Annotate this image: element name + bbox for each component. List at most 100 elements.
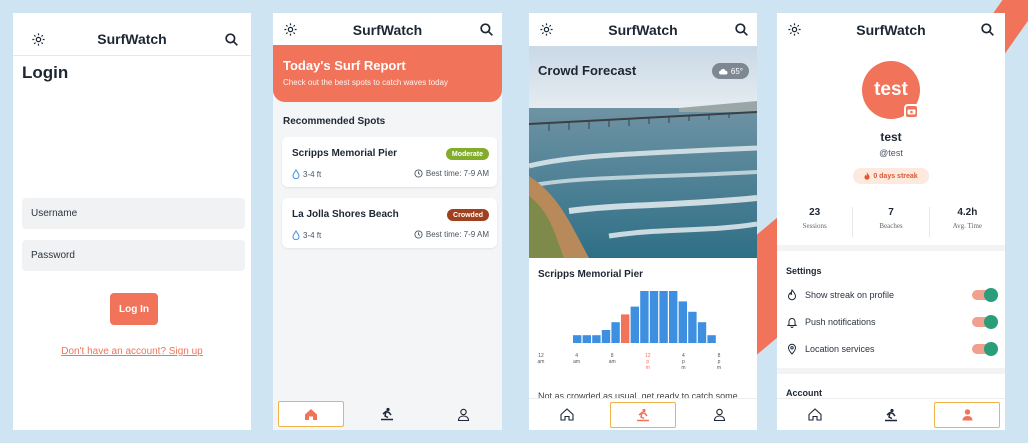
camera-icon[interactable]: [904, 104, 919, 119]
section-divider: [777, 245, 1005, 251]
signup-link[interactable]: Don't have an account? Sign up: [13, 346, 251, 357]
gear-icon[interactable]: [787, 22, 802, 37]
tab-home[interactable]: [782, 402, 848, 428]
app-title: SurfWatch: [608, 21, 678, 38]
search-icon[interactable]: [224, 32, 239, 47]
search-icon[interactable]: [734, 22, 749, 37]
app-title: SurfWatch: [352, 21, 423, 38]
stat-value: 4.2h: [957, 207, 978, 218]
bottom-tab-bar: [273, 398, 502, 430]
spot-name: La Jolla Shores Beach: [292, 209, 399, 220]
app-title: SurfWatch: [856, 21, 926, 38]
wave-height: 3-4 ft: [292, 230, 321, 240]
flame-icon: [787, 289, 797, 301]
tab-profile[interactable]: [934, 401, 1000, 428]
temperature: 65°: [730, 66, 743, 76]
tab-home[interactable]: [534, 402, 600, 428]
clock-icon: [414, 230, 423, 239]
password-field[interactable]: Password: [22, 240, 245, 271]
spot-card[interactable]: La Jolla Shores Beach Crowded 3-4 ft Bes…: [282, 198, 497, 248]
user-icon: [458, 408, 470, 421]
best-time-value: Best time: 7-9 AM: [425, 169, 489, 178]
gear-icon[interactable]: [31, 32, 46, 47]
chart-bar: [582, 335, 591, 343]
clock-icon: [414, 169, 423, 178]
chart-tick-label: 12 p m: [645, 353, 651, 371]
profile-stats: 23 Sessions 7 Beaches 4.2h Avg. Time: [777, 207, 1005, 237]
stat-label: Sessions: [802, 222, 827, 230]
chart-bar: [630, 306, 639, 343]
stat-beaches: 7 Beaches: [853, 207, 930, 237]
streak-text: 0 days streak: [873, 172, 918, 180]
push-notifications-toggle[interactable]: [972, 315, 998, 329]
location-services-toggle[interactable]: [972, 342, 998, 356]
app-header: SurfWatch: [529, 13, 757, 46]
home-icon: [305, 408, 318, 420]
section-divider: [777, 368, 1005, 374]
streak-badge: 0 days streak: [853, 168, 929, 184]
water-drop-icon: [292, 230, 300, 240]
stat-label: Avg. Time: [952, 222, 983, 230]
stat-value: 23: [809, 207, 821, 218]
surfer-icon: [637, 408, 649, 421]
crowd-badge: Crowded: [447, 209, 489, 221]
tab-home[interactable]: [278, 401, 345, 427]
account-heading: Account: [786, 388, 822, 398]
login-button[interactable]: Log In: [110, 293, 158, 325]
setting-label: Location services: [805, 344, 875, 354]
chart-bar: [697, 322, 707, 343]
chart-tick-label: 8 am: [609, 353, 616, 365]
tab-profile[interactable]: [431, 401, 497, 427]
home-icon: [560, 408, 574, 421]
surfer-icon: [885, 408, 897, 421]
location-pin-icon: [787, 343, 797, 355]
cloud-icon: [718, 68, 728, 74]
bell-icon: [786, 318, 798, 328]
best-time: Best time: 7-9 AM: [414, 230, 489, 239]
surfer-icon: [381, 407, 394, 421]
tab-profile[interactable]: [686, 402, 752, 428]
stat-label: Beaches: [879, 222, 903, 230]
gear-icon[interactable]: [539, 22, 554, 37]
spot-card[interactable]: Scripps Memorial Pier Moderate 3-4 ft Be…: [282, 137, 497, 187]
wave-height-value: 3-4 ft: [303, 230, 322, 240]
login-heading: Login: [22, 63, 69, 82]
weather-badge: 65°: [711, 63, 749, 79]
stat-avg-time: 4.2h Avg. Time: [930, 207, 1005, 237]
crowd-forecast-chart: 12 am 4 am 8 am 12 p m 4 p m 8 p m: [538, 291, 721, 371]
banner-title: Today's Surf Report: [283, 58, 406, 73]
chart-tick-label: 8pm: [717, 353, 721, 371]
setting-show-streak: Show streak on profile: [786, 287, 998, 303]
tab-surf[interactable]: [354, 401, 420, 427]
spot-name: Scripps Memorial Pier: [292, 148, 398, 159]
setting-label: Show streak on profile: [805, 290, 895, 300]
chart-bar: [573, 335, 582, 343]
chart-bar: [707, 335, 716, 343]
user-icon: [962, 409, 972, 421]
chart-tick-label: 4pm: [681, 353, 685, 371]
best-time-value: Best time: 7-9 AM: [425, 230, 489, 239]
bottom-tab-bar: [777, 398, 1005, 430]
profile-name: test: [880, 130, 902, 144]
banner-subtitle: Check out the best spots to catch waves …: [283, 78, 448, 87]
username-field[interactable]: Username: [22, 198, 245, 229]
flame-icon: [864, 172, 870, 180]
surf-report-banner: Today's Surf Report Check out the best s…: [273, 45, 502, 102]
setting-location-services: Location services: [786, 341, 998, 357]
surf-report-screen: SurfWatch Today's Surf Report Check out …: [273, 13, 502, 430]
chart-bar: [640, 291, 649, 343]
water-drop-icon: [292, 169, 300, 179]
setting-label: Push notifications: [805, 317, 876, 327]
search-icon[interactable]: [479, 22, 494, 37]
app-header: SurfWatch: [777, 13, 1005, 46]
tab-surf[interactable]: [858, 402, 924, 428]
tab-surf[interactable]: [610, 401, 676, 428]
crowd-badge: Moderate: [445, 148, 489, 160]
forecast-title: Crowd Forecast: [538, 63, 637, 78]
search-icon[interactable]: [980, 22, 995, 37]
home-icon: [808, 408, 822, 421]
stat-sessions: 23 Sessions: [777, 207, 854, 237]
app-header: SurfWatch: [273, 13, 502, 46]
show-streak-toggle[interactable]: [972, 288, 998, 302]
gear-icon[interactable]: [283, 22, 298, 37]
